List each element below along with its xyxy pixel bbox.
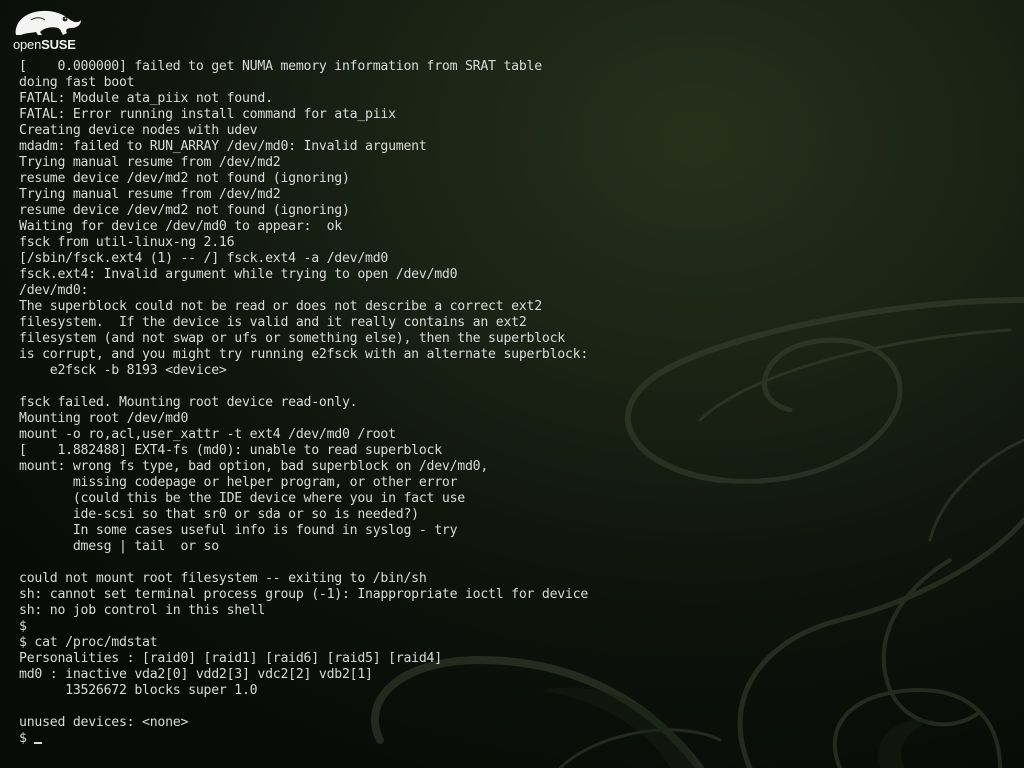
- text-cursor: [34, 742, 43, 744]
- console-line: sh: cannot set terminal process group (-…: [19, 587, 589, 602]
- console-line: mount: wrong fs type, bad option, bad su…: [19, 459, 489, 474]
- console-line: /dev/md0:: [19, 283, 89, 298]
- console-line: e2fsck -b 8193 <device>: [19, 363, 227, 378]
- console-line: The superblock could not be read or does…: [19, 299, 542, 314]
- console-line: could not mount root filesystem -- exiti…: [19, 571, 427, 586]
- opensuse-wordmark: openSUSE: [13, 37, 83, 53]
- console-line: resume device /dev/md2 not found (ignori…: [19, 203, 350, 218]
- shell-prompt: $: [19, 731, 35, 746]
- console-line: Trying manual resume from /dev/md2: [19, 155, 281, 170]
- console-line: unused devices: <none>: [19, 715, 189, 730]
- console-line: [ 0.000000] failed to get NUMA memory in…: [19, 59, 542, 74]
- console-line: 13526672 blocks super 1.0: [19, 683, 258, 698]
- opensuse-logo: openSUSE: [13, 8, 83, 52]
- console-line: md0 : inactive vda2[0] vdd2[3] vdc2[2] v…: [19, 667, 373, 682]
- wordmark-suse: SUSE: [41, 37, 76, 52]
- console-line: mdadm: failed to RUN_ARRAY /dev/md0: Inv…: [19, 139, 427, 154]
- console-line: doing fast boot: [19, 75, 135, 90]
- console-line: In some cases useful info is found in sy…: [19, 523, 458, 538]
- console-line: [ 1.882488] EXT4-fs (md0): unable to rea…: [19, 443, 442, 458]
- console-line: $ cat /proc/mdstat: [19, 635, 158, 650]
- console-line: fsck failed. Mounting root device read-o…: [19, 395, 358, 410]
- console-line: sh: no job control in this shell: [19, 603, 266, 618]
- shell-prompt-line[interactable]: $: [19, 731, 1019, 747]
- console-line: Personalities : [raid0] [raid1] [raid6] …: [19, 651, 442, 666]
- console-line: Trying manual resume from /dev/md2: [19, 187, 281, 202]
- console-line: fsck from util-linux-ng 2.16: [19, 235, 235, 250]
- console-line: filesystem (and not swap or ufs or somet…: [19, 331, 565, 346]
- console-line: [/sbin/fsck.ext4 (1) -- /] fsck.ext4 -a …: [19, 251, 389, 266]
- console-line: (could this be the IDE device where you …: [19, 491, 465, 506]
- console-line: Creating device nodes with udev: [19, 123, 258, 138]
- wordmark-open: open: [13, 37, 42, 52]
- console-line: dmesg | tail or so: [19, 539, 219, 554]
- boot-console-output[interactable]: [ 0.000000] failed to get NUMA memory in…: [19, 59, 1019, 759]
- console-line: FATAL: Module ata_piix not found.: [19, 91, 273, 106]
- console-line: resume device /dev/md2 not found (ignori…: [19, 171, 350, 186]
- console-line: FATAL: Error running install command for…: [19, 107, 396, 122]
- console-line: missing codepage or helper program, or o…: [19, 475, 458, 490]
- console-line: Mounting root /dev/md0: [19, 411, 189, 426]
- console-line: ide-scsi so that sr0 or sda or so is nee…: [19, 507, 419, 522]
- console-line: fsck.ext4: Invalid argument while trying…: [19, 267, 458, 282]
- console-line: mount -o ro,acl,user_xattr -t ext4 /dev/…: [19, 427, 396, 442]
- opensuse-chameleon-icon: [15, 10, 81, 35]
- console-line: Waiting for device /dev/md0 to appear: o…: [19, 219, 342, 234]
- console-line: $: [19, 619, 27, 634]
- console-line: filesystem. If the device is valid and i…: [19, 315, 527, 330]
- console-line: is corrupt, and you might try running e2…: [19, 347, 589, 362]
